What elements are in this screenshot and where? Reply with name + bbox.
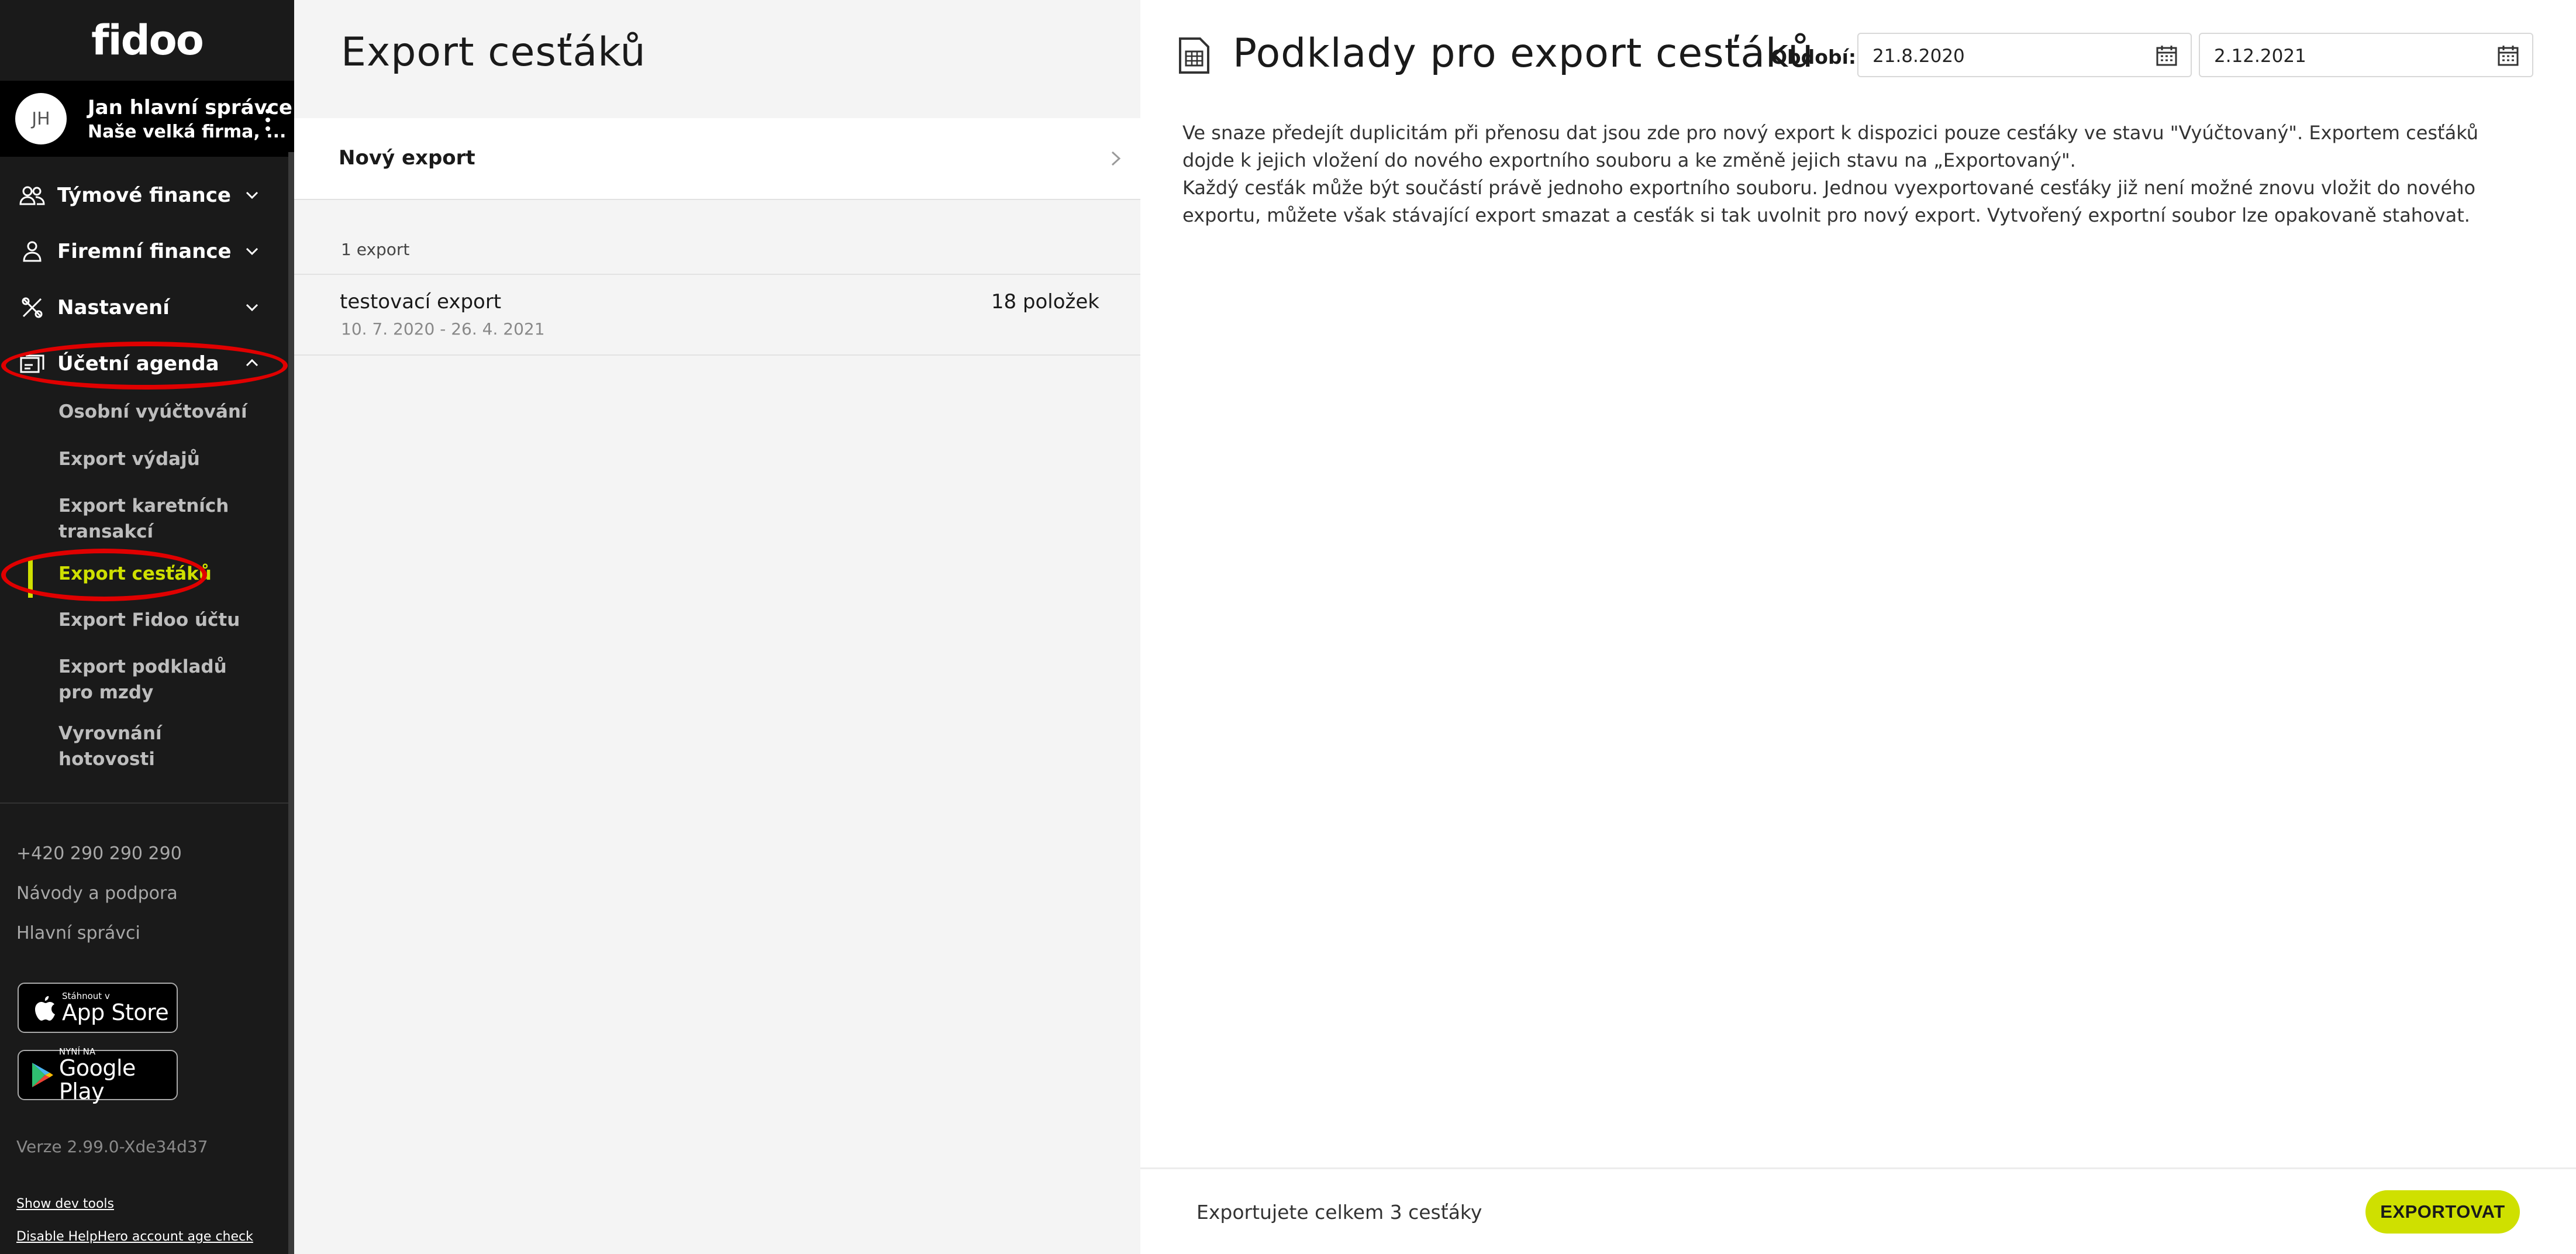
document-icon: [1179, 37, 1209, 74]
user-name: Jan hlavní správce: [88, 95, 292, 119]
help-link[interactable]: Návody a podpora: [16, 883, 178, 904]
calendar-icon[interactable]: [2497, 44, 2519, 67]
date-from-input[interactable]: 21.8.2020: [1857, 33, 2192, 77]
tools-icon: [18, 296, 47, 319]
exports-list-panel: Export cesťáků Nový export 1 export test…: [294, 0, 1140, 1254]
sidebar: fidoo JH Jan hlavní správce Naše velká f…: [0, 0, 294, 1254]
date-to-value: 2.12.2021: [2214, 46, 2306, 67]
page-title: Export cesťáků: [341, 29, 646, 75]
info-text: Ve snaze předejít duplicitám při přenosu…: [1182, 119, 2522, 229]
google-play-badge[interactable]: NYNÍ NA Google Play: [18, 1047, 178, 1103]
chevron-down-icon: [246, 191, 258, 199]
export-summary: Exportujete celkem 3 cesťáky: [1196, 1201, 1482, 1224]
new-export-label: Nový export: [339, 146, 475, 170]
new-export-row[interactable]: Nový export: [294, 118, 1140, 200]
date-from-value: 21.8.2020: [1872, 46, 1965, 67]
company-icon: [18, 240, 47, 263]
team-icon: [18, 184, 47, 207]
user-company: Naše velká firma, ...: [88, 121, 287, 142]
export-button[interactable]: EXPORTOVAT: [2365, 1190, 2520, 1234]
export-date-range: 10. 7. 2020 - 26. 4. 2021: [341, 319, 545, 339]
nav-group-team-finance[interactable]: Týmové finance: [0, 172, 287, 219]
chevron-right-icon: [1111, 151, 1121, 166]
nav-group-label: Nastavení: [57, 296, 170, 319]
highlight-ellipse: [1, 549, 207, 601]
date-to-input[interactable]: 2.12.2021: [2199, 33, 2533, 77]
nav-group-label: Týmové finance: [57, 184, 231, 207]
divider: [0, 802, 288, 804]
subnav-card-transactions-export[interactable]: Export karetních transakcí: [58, 493, 251, 545]
export-detail-panel: Podklady pro export cesťáků Období: 21.8…: [1140, 0, 2576, 1254]
info-paragraph: Každý cesťák může být součástí právě jed…: [1182, 177, 2476, 226]
logo-text: fidoo: [91, 16, 204, 64]
google-play-text: NYNÍ NA Google Play: [59, 1047, 177, 1103]
period-label: Období:: [1771, 46, 1857, 68]
nav-group-settings[interactable]: Nastavení: [0, 284, 287, 331]
kebab-menu-icon[interactable]: [265, 109, 271, 131]
google-play-icon: [27, 1062, 59, 1088]
sidebar-scrollbar[interactable]: [288, 152, 294, 1254]
highlight-ellipse: [1, 342, 288, 390]
app-store-badge[interactable]: Stáhnout v App Store: [18, 983, 178, 1033]
info-paragraph: Ve snaze předejít duplicitám při přenosu…: [1182, 122, 2479, 171]
fidoo-logo[interactable]: fidoo: [0, 0, 294, 81]
nav-group-company-finance[interactable]: Firemní finance: [0, 228, 287, 275]
subnav-payroll-export[interactable]: Export podkladů pro mzdy: [58, 654, 251, 705]
chevron-down-icon: [246, 304, 258, 312]
export-count: 1 export: [341, 240, 410, 259]
google-play-big: Google Play: [58, 1055, 136, 1104]
user-info: Jan hlavní správce Naše velká firma, ...: [88, 95, 292, 142]
apple-icon: [27, 994, 62, 1022]
avatar: JH: [15, 93, 67, 144]
export-footer-bar: Exportujete celkem 3 cesťáky EXPORTOVAT: [1140, 1167, 2576, 1254]
divider: [294, 354, 1140, 356]
support-phone[interactable]: +420 290 290 290: [16, 843, 182, 864]
section-title: Podklady pro export cesťáků: [1233, 30, 1814, 77]
divider: [294, 274, 1140, 275]
app-store-text: Stáhnout v App Store: [62, 991, 169, 1025]
app-store-big: App Store: [62, 1000, 169, 1025]
export-item-count: 18 položek: [991, 290, 1099, 314]
subnav-fidoo-account-export[interactable]: Export Fidoo účtu: [58, 607, 251, 633]
app-version: Verze 2.99.0-Xde34d37: [16, 1137, 208, 1156]
calendar-icon[interactable]: [2156, 44, 2178, 67]
export-name: testovací export: [340, 290, 502, 314]
subnav-expense-export[interactable]: Export výdajů: [58, 446, 251, 472]
subnav-cash-settlement[interactable]: Vyrovnání hotovosti: [58, 721, 251, 772]
admins-link[interactable]: Hlavní správci: [16, 923, 140, 943]
helphero-link[interactable]: Disable HelpHero account age check: [16, 1229, 253, 1244]
user-panel[interactable]: JH Jan hlavní správce Naše velká firma, …: [0, 81, 294, 157]
subnav-personal-settlement[interactable]: Osobní vyúčtování: [58, 399, 251, 425]
chevron-down-icon: [246, 247, 258, 256]
nav-group-label: Firemní finance: [57, 240, 232, 263]
dev-tools-link[interactable]: Show dev tools: [16, 1197, 114, 1211]
